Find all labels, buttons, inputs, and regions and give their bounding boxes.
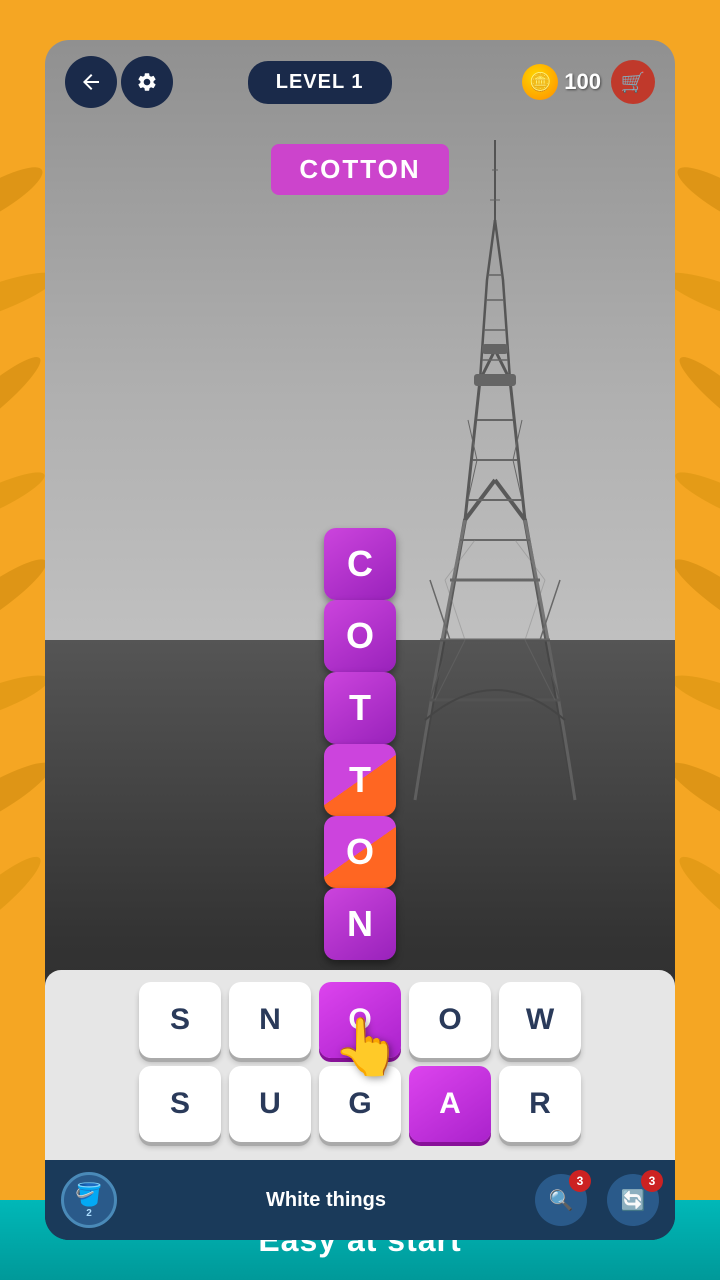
- bottom-toolbar: 🪣 2 White things 🔍 3 🔄 3: [45, 1160, 675, 1240]
- vertical-tile-t1[interactable]: T: [324, 672, 396, 744]
- vertical-tile-c[interactable]: C: [324, 528, 396, 600]
- undo-badge: 3: [641, 1170, 663, 1192]
- vertical-tiles-wrapper: C O T T O N: [324, 528, 396, 960]
- vertical-tile-n[interactable]: N: [324, 888, 396, 960]
- letter-tile-r[interactable]: R: [499, 1066, 581, 1142]
- hint-badge: 3: [569, 1170, 591, 1192]
- undo-button[interactable]: 🔄 3: [607, 1174, 659, 1226]
- bucket-count: 2: [86, 1208, 92, 1219]
- letter-tile-s1[interactable]: S: [139, 982, 221, 1058]
- coin-count: 100: [564, 69, 601, 95]
- settings-button[interactable]: [121, 56, 173, 108]
- letter-row-2: S U G A R: [55, 1066, 665, 1142]
- category-label: White things: [129, 1189, 523, 1212]
- bottom-area: S N O O W S U G A R 👆: [45, 970, 675, 1160]
- letter-row-1: S N O O W: [55, 982, 665, 1058]
- letter-tile-a-selected[interactable]: A: [409, 1066, 491, 1142]
- letter-tile-u[interactable]: U: [229, 1066, 311, 1142]
- vertical-tile-o1[interactable]: O: [324, 600, 396, 672]
- game-container: LEVEL 1 🪙 100 🛒 COTTON C O T T: [45, 40, 675, 1240]
- header: LEVEL 1 🪙 100 🛒: [45, 40, 675, 124]
- word-label-area: COTTON: [45, 144, 675, 195]
- letter-tile-g[interactable]: G: [319, 1066, 401, 1142]
- coin-icon: 🪙: [522, 64, 558, 100]
- letter-tile-o2[interactable]: O: [409, 982, 491, 1058]
- game-middle: C O T T O N: [45, 195, 675, 970]
- word-tag: COTTON: [271, 144, 448, 195]
- letter-tile-w[interactable]: W: [499, 982, 581, 1058]
- hint-button[interactable]: 🔍 3: [535, 1174, 587, 1226]
- vertical-tile-o2[interactable]: O: [324, 816, 396, 888]
- coins-area: 🪙 100 🛒: [522, 60, 655, 104]
- letter-tile-o-selected[interactable]: O: [319, 982, 401, 1058]
- letter-tile-n[interactable]: N: [229, 982, 311, 1058]
- cart-button[interactable]: 🛒: [611, 60, 655, 104]
- level-label: LEVEL 1: [276, 71, 364, 93]
- back-button[interactable]: [65, 56, 117, 108]
- vertical-tile-t2[interactable]: T: [324, 744, 396, 816]
- bucket-button[interactable]: 🪣 2: [61, 1172, 117, 1228]
- letter-tile-s2[interactable]: S: [139, 1066, 221, 1142]
- level-badge: LEVEL 1: [248, 61, 392, 104]
